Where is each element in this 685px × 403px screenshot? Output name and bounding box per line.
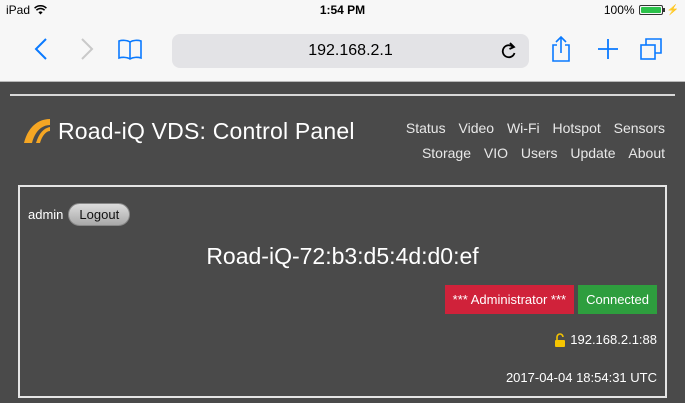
ip-address: 192.168.2.1:88 [570,332,657,347]
nav-wifi[interactable]: Wi-Fi [507,116,540,141]
back-chevron-icon [34,38,47,60]
timestamp: 2017-04-04 18:54:31 UTC [505,370,657,385]
new-tab-button[interactable] [591,32,625,66]
nav-update[interactable]: Update [570,141,615,166]
tabs-button[interactable] [634,32,668,66]
address-bar[interactable]: 192.168.2.1 [172,34,529,68]
device-name: Road-iQ-72:b3:d5:4d:d0:ef [206,243,479,269]
status-right: 100% ⚡ [604,3,679,17]
web-page: Road-iQ VDS: Control Panel Status Video … [0,83,685,403]
ios-status-bar: iPad 1:54 PM 100% ⚡ [0,0,685,20]
back-button[interactable] [24,32,58,66]
nav-storage[interactable]: Storage [422,141,471,166]
reload-icon[interactable] [499,41,519,61]
app-title: Road-iQ VDS: Control Panel [58,117,355,144]
connection-badge: Connected [578,285,657,314]
nav-status[interactable]: Status [406,116,446,141]
main-nav: Status Video Wi-Fi Hotspot Sensors Stora… [335,116,665,166]
nav-about[interactable]: About [628,141,665,166]
nav-video[interactable]: Video [459,116,495,141]
forward-button[interactable] [70,32,104,66]
battery-percent: 100% [603,3,635,17]
status-time: 1:54 PM [319,3,366,17]
logout-button[interactable]: Logout [68,203,131,226]
tabs-icon [640,38,662,60]
role-badge: *** Administrator *** [444,285,575,314]
brand-header[interactable]: Road-iQ VDS: Control Panel [20,117,355,145]
nav-vio[interactable]: VIO [484,141,508,166]
status-panel: admin Logout Road-iQ-72:b3:d5:4d:d0:ef *… [18,185,667,398]
share-button[interactable] [544,32,578,66]
nav-hotspot[interactable]: Hotspot [553,116,601,141]
username: admin [28,207,64,222]
bookmarks-button[interactable] [113,32,147,66]
unlocked-padlock-icon [555,332,566,347]
road-iq-logo-icon [24,119,50,143]
battery-icon [638,5,665,15]
top-divider [10,94,675,96]
book-icon [118,39,142,60]
user-row: admin Logout [28,203,131,226]
browser-toolbar: 192.168.2.1 [0,20,685,82]
status-badges: *** Administrator *** Connected [444,285,657,314]
ip-row: 192.168.2.1:88 [554,332,657,347]
nav-users[interactable]: Users [521,141,558,166]
nav-sensors[interactable]: Sensors [614,116,665,141]
plus-icon [598,39,618,59]
forward-chevron-icon [81,38,94,60]
charging-bolt-icon: ⚡ [666,4,679,16]
share-icon [552,35,570,62]
url-text: 192.168.2.1 [308,42,393,59]
